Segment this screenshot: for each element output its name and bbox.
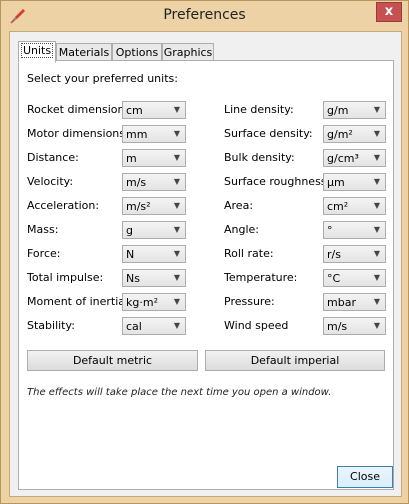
label-line-density: Line density: [224,103,294,116]
default-imperial-button[interactable]: Default imperial [205,350,385,371]
chevron-down-icon: ▼ [373,273,381,282]
label-area: Area: [224,199,254,212]
close-window-icon[interactable]: x [376,2,402,22]
label-angle: Angle: [224,223,260,236]
tab-units[interactable]: Units [18,41,56,63]
area-select[interactable]: cm² ▼ [323,197,386,215]
chevron-down-icon: ▼ [173,201,181,210]
chevron-down-icon: ▼ [173,129,181,138]
motor-dimensions-select[interactable]: mm ▼ [122,125,186,143]
chevron-down-icon: ▼ [373,177,381,186]
label-surface-density: Surface density: [224,127,313,140]
chevron-down-icon: ▼ [373,225,381,234]
force-select[interactable]: N ▼ [122,245,186,263]
stability-select[interactable]: cal ▼ [122,317,186,335]
chevron-down-icon: ▼ [173,153,181,162]
roll-rate-select[interactable]: r/s ▼ [323,245,386,263]
chevron-down-icon: ▼ [373,297,381,306]
label-stability: Stability: [27,319,75,332]
distance-select[interactable]: m ▼ [122,149,186,167]
line-density-select[interactable]: g/m ▼ [323,101,386,119]
title-bar[interactable]: Preferences x [1,1,408,31]
chevron-down-icon: ▼ [373,153,381,162]
dialog-body: Units Materials Options Graphics Select … [9,31,402,497]
label-temperature: Temperature: [224,271,298,284]
mass-select[interactable]: g ▼ [122,221,186,239]
label-pressure: Pressure: [224,295,275,308]
label-wind-speed: Wind speed [224,319,289,332]
chevron-down-icon: ▼ [173,225,181,234]
label-distance: Distance: [27,151,79,164]
label-mass: Mass: [27,223,59,236]
wind-speed-select[interactable]: m/s ▼ [323,317,386,335]
label-bulk-density: Bulk density: [224,151,295,164]
label-motor-dimensions: Motor dimensions: [27,127,129,140]
chevron-down-icon: ▼ [373,129,381,138]
bulk-density-select[interactable]: g/cm³ ▼ [323,149,386,167]
window-title: Preferences [163,7,246,23]
total-impulse-select[interactable]: Ns ▼ [122,269,186,287]
label-velocity: Velocity: [27,175,74,188]
units-panel: Select your preferred units: Rocket dime… [18,60,394,490]
chevron-down-icon: ▼ [173,249,181,258]
label-rocket-dimensions: Rocket dimensions: [27,103,134,116]
label-force: Force: [27,247,61,260]
acceleration-select[interactable]: m/s² ▼ [122,197,186,215]
moment-of-inertia-select[interactable]: kg·m² ▼ [122,293,186,311]
chevron-down-icon: ▼ [173,321,181,330]
chevron-down-icon: ▼ [173,105,181,114]
temperature-select[interactable]: °C ▼ [323,269,386,287]
label-roll-rate: Roll rate: [224,247,274,260]
angle-select[interactable]: ° ▼ [323,221,386,239]
surface-density-select[interactable]: g/m² ▼ [323,125,386,143]
chevron-down-icon: ▼ [373,249,381,258]
label-acceleration: Acceleration: [27,199,100,212]
chevron-down-icon: ▼ [173,297,181,306]
close-button[interactable]: Close [337,466,393,488]
label-total-impulse: Total impulse: [27,271,104,284]
chevron-down-icon: ▼ [373,201,381,210]
label-surface-roughness: Surface roughness: [224,175,331,188]
velocity-select[interactable]: m/s ▼ [122,173,186,191]
chevron-down-icon: ▼ [373,321,381,330]
chevron-down-icon: ▼ [173,273,181,282]
default-metric-button[interactable]: Default metric [27,350,198,371]
units-intro: Select your preferred units: [27,72,178,85]
surface-roughness-select[interactable]: µm ▼ [323,173,386,191]
preferences-window: Preferences x Units Materials Options Gr… [0,0,409,504]
label-moment-of-inertia: Moment of inertia: [27,295,129,308]
rocket-dimensions-select[interactable]: cm ▼ [122,101,186,119]
pressure-select[interactable]: mbar ▼ [323,293,386,311]
effects-note: The effects will take place the next tim… [27,387,332,398]
chevron-down-icon: ▼ [373,105,381,114]
chevron-down-icon: ▼ [173,177,181,186]
